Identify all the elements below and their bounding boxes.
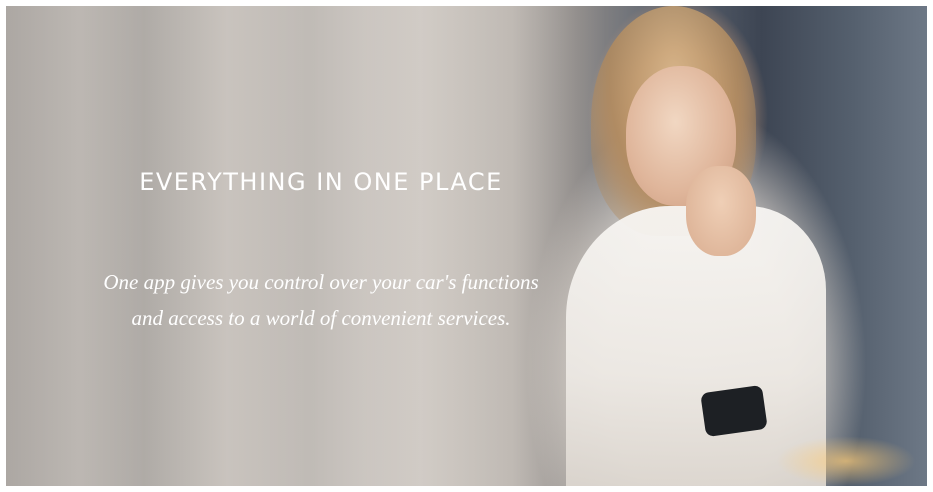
background-blur: [6, 6, 606, 486]
tagline-line-2: and access to a world of convenient serv…: [131, 306, 511, 330]
woman-hand: [686, 166, 756, 256]
lamp-glow: [776, 436, 916, 486]
woman-shirt: [566, 206, 826, 486]
hero-banner: EVERYTHING IN ONE PLACE One app gives yo…: [6, 6, 927, 486]
hero-tagline: One app gives you control over your car'…: [6, 264, 636, 336]
hero-heading: EVERYTHING IN ONE PLACE: [139, 168, 503, 196]
tagline-line-1: One app gives you control over your car'…: [103, 270, 539, 294]
smartphone: [700, 384, 768, 438]
